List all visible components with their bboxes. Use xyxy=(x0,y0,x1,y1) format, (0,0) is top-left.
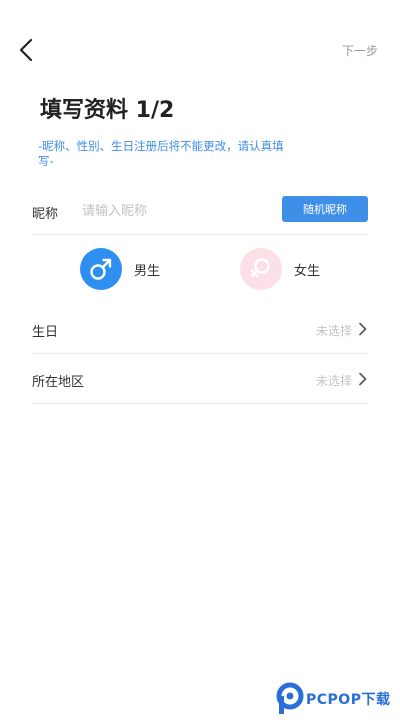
birthday-label: 生日 xyxy=(32,325,59,340)
chevron-right-icon xyxy=(359,322,367,336)
nickname-row: 昵称 随机昵称 xyxy=(32,192,368,235)
gender-male-label: 男生 xyxy=(134,263,161,279)
watermark-text: PCPOP下载 xyxy=(306,692,391,708)
gender-female-label: 女生 xyxy=(294,263,321,279)
page-title: 填写资料 1/2 xyxy=(40,98,175,123)
pcpop-logo-icon xyxy=(276,682,304,714)
watermark: PCPOP下载 xyxy=(276,682,400,718)
next-step-button[interactable]: 下一步 xyxy=(342,42,378,59)
region-row[interactable]: 所在地区 未选择 xyxy=(32,353,368,404)
nickname-label: 昵称 xyxy=(32,207,59,222)
region-value: 未选择 xyxy=(315,374,352,388)
notice-text: -昵称、性别、生日注册后将不能更改，请认真填写- xyxy=(38,139,284,168)
female-symbol-icon xyxy=(240,248,282,290)
nickname-input[interactable] xyxy=(80,198,274,224)
back-button[interactable] xyxy=(14,36,42,64)
random-nickname-button[interactable]: 随机昵称 xyxy=(282,196,368,222)
male-symbol-icon xyxy=(80,248,122,290)
gender-male-option[interactable]: 男生 xyxy=(80,248,160,290)
region-label: 所在地区 xyxy=(32,375,85,390)
birthday-row[interactable]: 生日 未选择 xyxy=(32,303,368,354)
gender-female-option[interactable]: 女生 xyxy=(240,248,320,290)
chevron-right-icon xyxy=(359,372,367,386)
chevron-left-icon xyxy=(19,38,33,62)
birthday-value: 未选择 xyxy=(315,324,352,338)
